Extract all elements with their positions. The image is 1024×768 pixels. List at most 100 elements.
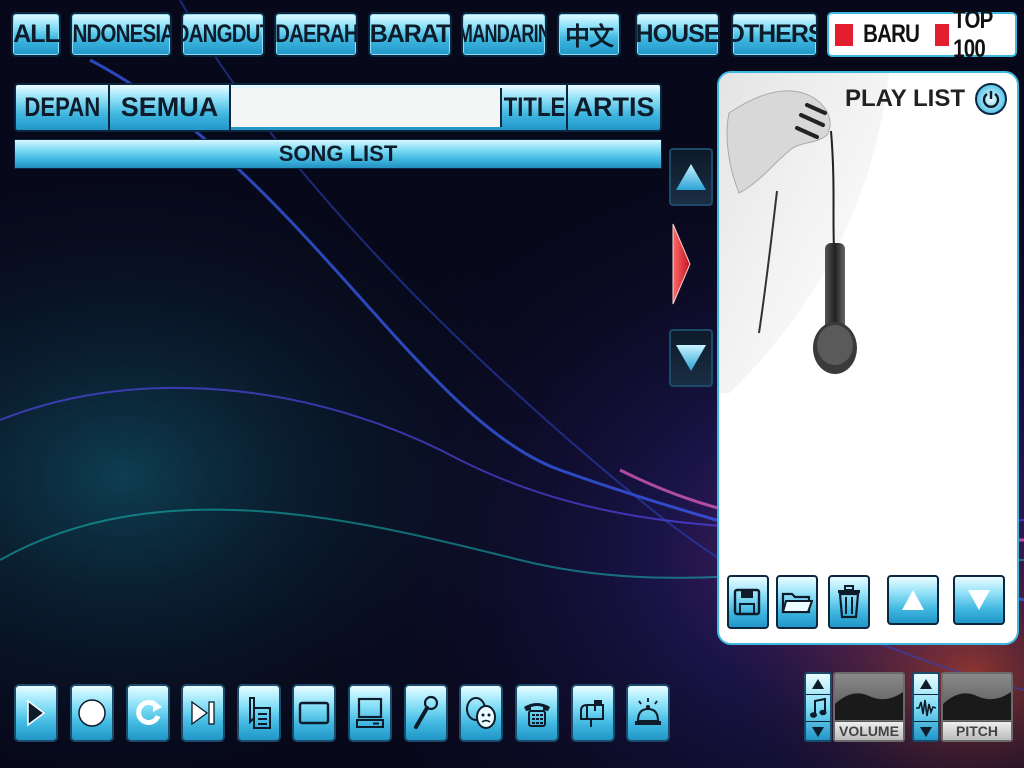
screen-button[interactable] (292, 684, 336, 742)
pitch-label: PITCH (943, 721, 1011, 740)
category-label: 中文 (564, 22, 614, 51)
move-up-button[interactable] (887, 575, 939, 625)
triangle-up-icon (902, 590, 924, 610)
microphone-hand-image (719, 73, 889, 393)
arrow-up-icon (812, 679, 824, 689)
play-icon (27, 699, 46, 727)
category-label: DANGDUT (183, 20, 263, 48)
pitch-stepper (912, 672, 940, 742)
volume-label: VOLUME (835, 721, 903, 740)
record-icon (78, 699, 106, 727)
microphone-button[interactable] (404, 684, 448, 742)
move-down-button[interactable] (953, 575, 1005, 625)
song-list-title: SONG LIST (278, 141, 398, 166)
filter-new[interactable]: BARU (835, 20, 925, 49)
song-list-header: SONG LIST (14, 139, 662, 169)
filter-top100[interactable]: TOP 100 (935, 6, 1015, 64)
category-label: OTHERS (733, 20, 816, 48)
red-arrow-icon (672, 223, 691, 305)
volume-stepper (804, 672, 832, 742)
arrow-down-icon (920, 727, 932, 737)
next-icon (191, 700, 215, 726)
playlist-panel: PLAY LIST (717, 71, 1019, 645)
arrow-up-icon (920, 679, 932, 689)
phone-icon (524, 703, 550, 727)
floppy-save-icon (733, 588, 761, 616)
next-song-button[interactable] (181, 684, 225, 742)
depan-label: DEPAN (24, 92, 100, 122)
depan-button[interactable]: DEPAN (16, 85, 110, 130)
open-playlist-button[interactable] (776, 575, 818, 629)
triangle-up-icon (676, 164, 706, 190)
filter-panel: BARU TOP 100 (827, 6, 1017, 63)
new-badge-icon (835, 23, 853, 46)
pitch-up-button[interactable] (914, 674, 938, 695)
arrow-down-icon (812, 727, 824, 737)
search-input[interactable] (231, 88, 502, 127)
volume-down-button[interactable] (806, 721, 830, 742)
category-chinese[interactable]: 中文 (557, 12, 621, 57)
bell-icon (635, 698, 661, 725)
artis-sort-button[interactable]: ARTIS (568, 85, 660, 130)
semua-label: SEMUA (120, 92, 219, 122)
title-label: TITLE (503, 92, 565, 122)
waveform-icon (916, 699, 937, 717)
microphone-icon (414, 695, 439, 729)
mail-button[interactable] (571, 684, 615, 742)
repeat-icon (136, 700, 162, 725)
playlist-items[interactable] (725, 403, 1013, 563)
volume-wave (835, 692, 903, 720)
category-label: ALL (13, 20, 59, 48)
lyrics-button[interactable] (237, 684, 281, 742)
trash-icon (838, 585, 860, 619)
category-house[interactable]: HOUSE (635, 12, 720, 57)
scroll-down-button[interactable] (669, 329, 713, 387)
search-bar: DEPAN SEMUA TITLE ARTIS (14, 83, 662, 132)
repeat-button[interactable] (126, 684, 170, 742)
top-badge-icon (935, 23, 949, 46)
bell-button[interactable] (626, 684, 670, 742)
phone-button[interactable] (515, 684, 559, 742)
category-label: DAERAH (274, 20, 358, 48)
record-button[interactable] (70, 684, 114, 742)
category-daerah[interactable]: DAERAH (274, 12, 358, 57)
filter-top100-label: TOP 100 (952, 5, 993, 63)
filter-new-label: BARU (863, 20, 920, 48)
category-label: MANDARIN (461, 20, 547, 48)
monitor-icon (356, 697, 384, 728)
volume-up-button[interactable] (806, 674, 830, 695)
folder-open-icon (781, 592, 813, 614)
theater-icon (466, 697, 496, 729)
category-mandarin[interactable]: MANDARIN (461, 12, 547, 57)
power-icon (982, 91, 1000, 108)
category-dangdut[interactable]: DANGDUT (181, 12, 265, 57)
scroll-up-button[interactable] (669, 148, 713, 206)
delete-song-button[interactable] (828, 575, 870, 629)
music-note-icon (810, 697, 827, 718)
monitor-button[interactable] (348, 684, 392, 742)
playlist-title: PLAY LIST (844, 85, 965, 112)
pitch-meter: PITCH (941, 672, 1013, 742)
title-sort-button[interactable]: TITLE (502, 85, 568, 130)
pitch-wave (943, 692, 1011, 720)
category-all[interactable]: ALL (11, 12, 61, 57)
theater-button[interactable] (459, 684, 503, 742)
semua-button[interactable]: SEMUA (110, 85, 231, 130)
category-label: INDONESIA (70, 20, 172, 48)
category-others[interactable]: OTHERS (731, 12, 818, 57)
category-indonesia[interactable]: INDONESIA (70, 12, 172, 57)
song-list[interactable] (14, 171, 662, 671)
triangle-down-icon (676, 345, 706, 371)
mail-icon (580, 700, 604, 727)
triangle-down-icon (968, 590, 990, 610)
play-current-button[interactable] (671, 222, 691, 306)
category-label: BARAT (369, 20, 451, 48)
category-label: HOUSE (635, 20, 720, 48)
power-button[interactable] (975, 83, 1007, 115)
category-barat[interactable]: BARAT (368, 12, 452, 57)
artis-label: ARTIS (573, 92, 655, 122)
lyrics-icon (249, 697, 271, 729)
save-playlist-button[interactable] (727, 575, 769, 629)
play-button[interactable] (14, 684, 58, 742)
pitch-down-button[interactable] (914, 721, 938, 742)
